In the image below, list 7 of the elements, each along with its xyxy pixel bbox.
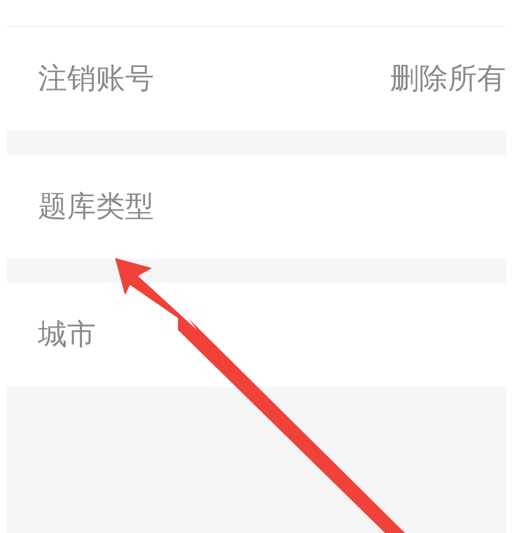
settings-row[interactable]: 注销账号 删除所有 <box>7 27 506 131</box>
settings-row[interactable]: 城市 <box>7 283 506 387</box>
setting-label: 注销账号 <box>38 60 154 98</box>
settings-row[interactable]: 题库类型 <box>7 155 506 259</box>
setting-label: 题库类型 <box>38 188 154 226</box>
setting-value: 删除所有 <box>390 60 506 98</box>
setting-label: 城市 <box>38 316 96 354</box>
